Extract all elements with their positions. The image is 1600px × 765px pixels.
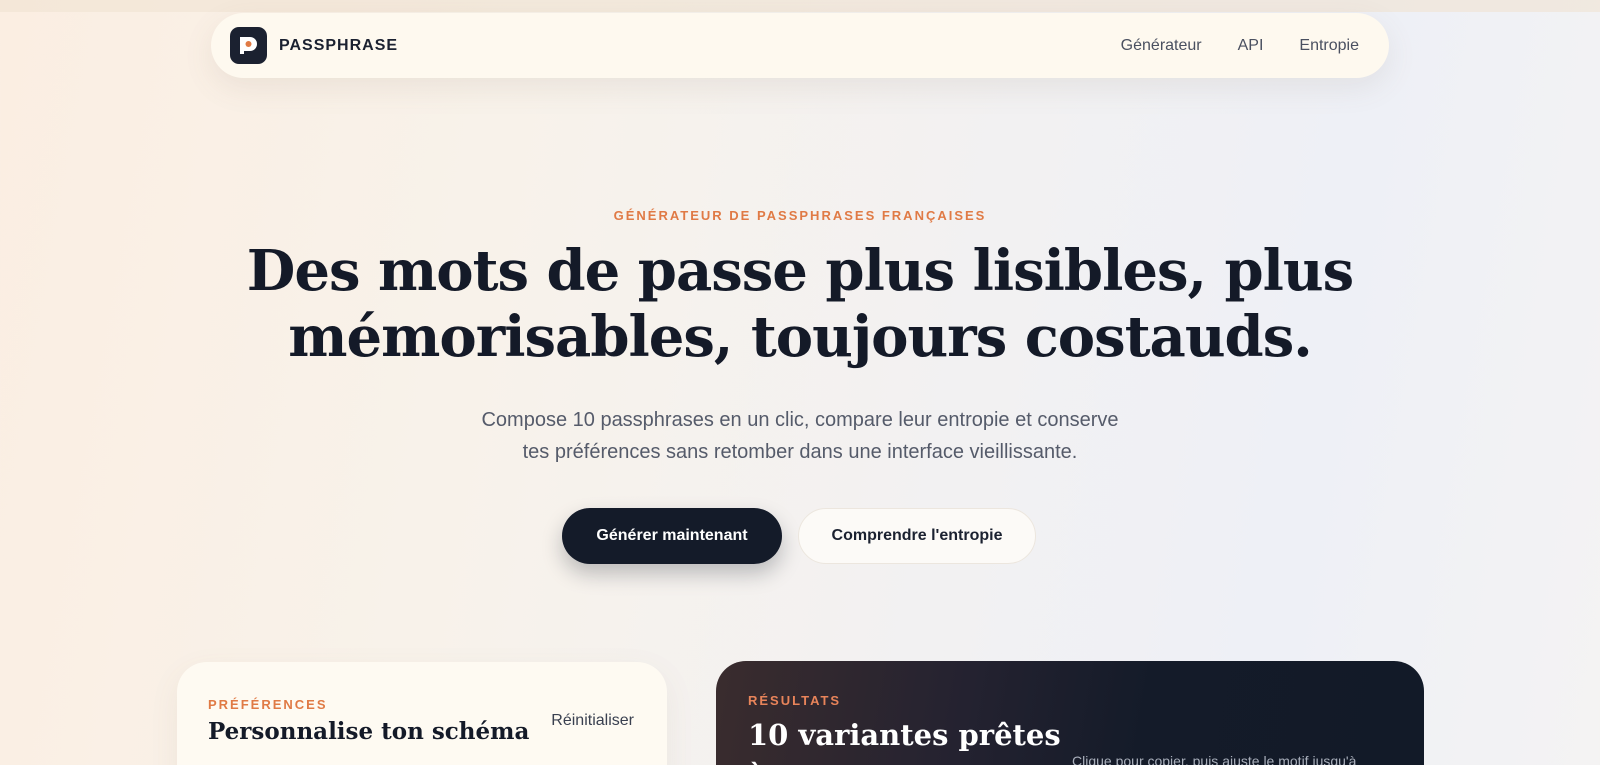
results-title: 10 variantes prêtes à bbox=[748, 718, 1061, 765]
hero-subtitle-line2: tes préférences sans retomber dans une i… bbox=[522, 441, 1078, 463]
brand-name[interactable]: PASSPHRASE bbox=[279, 37, 398, 55]
logo-icon[interactable] bbox=[230, 27, 267, 64]
nav-links: Générateur API Entropie bbox=[1121, 37, 1359, 55]
results-card: RÉSULTATS 10 variantes prêtes à Clique p… bbox=[716, 661, 1424, 765]
nav-link-generateur[interactable]: Générateur bbox=[1121, 37, 1202, 55]
hero-eyebrow: GÉNÉRATEUR DE PASSPHRASES FRANÇAISES bbox=[613, 208, 987, 223]
hero-subtitle-line1: Compose 10 passphrases en un clic, compa… bbox=[481, 409, 1119, 431]
preferences-title: Personnalise ton schéma bbox=[208, 718, 530, 745]
understand-entropy-button[interactable]: Comprendre l'entropie bbox=[798, 508, 1036, 564]
top-strip bbox=[0, 0, 1600, 12]
hero-headline-line1: Des mots de passe plus lisibles, plus bbox=[246, 238, 1354, 304]
results-hint: Clique pour copier, puis ajuste le motif… bbox=[1072, 753, 1357, 765]
nav-link-api[interactable]: API bbox=[1238, 37, 1264, 55]
hero-subtitle: Compose 10 passphrases en un clic, compa… bbox=[450, 404, 1150, 468]
preferences-label: PRÉFÉRENCES bbox=[208, 697, 328, 712]
nav-link-entropie[interactable]: Entropie bbox=[1299, 37, 1359, 55]
preferences-card: PRÉFÉRENCES Personnalise ton schéma Réin… bbox=[177, 662, 667, 765]
reset-button[interactable]: Réinitialiser bbox=[551, 712, 634, 730]
top-navbar: PASSPHRASE Générateur API Entropie bbox=[211, 13, 1389, 78]
hero-headline: Des mots de passe plus lisibles, plus mé… bbox=[200, 238, 1400, 370]
generate-now-button[interactable]: Générer maintenant bbox=[562, 508, 782, 564]
results-label: RÉSULTATS bbox=[748, 693, 842, 708]
hero-headline-line2: mémorisables, toujours costauds. bbox=[288, 304, 1312, 370]
